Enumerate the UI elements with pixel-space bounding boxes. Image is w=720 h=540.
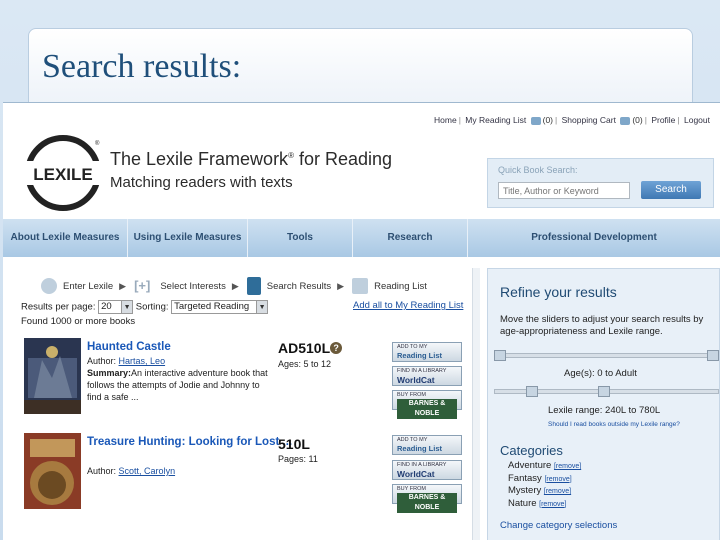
nav-tools[interactable]: Tools [248, 219, 353, 257]
barnes-noble-button[interactable]: BUY FROM BARNES & NOBLE [392, 484, 462, 513]
add-to-reading-list-button[interactable]: ADD TO MY Reading List [392, 435, 462, 455]
book-cover-image[interactable] [24, 338, 81, 414]
category-item: Nature [remove] [508, 497, 567, 509]
worldcat-button[interactable]: FIND IN A LIBRARY WorldCat [392, 460, 462, 480]
chevron-down-icon[interactable]: ▼ [121, 300, 134, 314]
results-controls: Results per page: 20 ▼ Sorting: Targeted … [21, 300, 269, 314]
sorting-select[interactable]: Targeted Reading [171, 300, 258, 314]
author-link[interactable]: Hartas, Leo [119, 356, 166, 366]
reading-list-link[interactable]: My Reading List [465, 115, 526, 125]
category-list: Adventure [remove] Fantasy [remove] Myst… [508, 460, 581, 510]
category-item: Mystery [remove] [508, 485, 572, 496]
sorting-label: Sorting: [135, 301, 169, 313]
main-nav: About Lexile Measures Using Lexile Measu… [3, 219, 720, 257]
result-author: Author: Scott, Carolyn [87, 466, 176, 476]
remove-link[interactable]: [remove] [544, 488, 571, 495]
arrow-icon: ▶ [337, 280, 345, 291]
arrow-icon: ▶ [119, 280, 127, 291]
arrow-icon: ▶ [231, 280, 239, 291]
age-slider-max-handle[interactable] [707, 350, 719, 361]
step-enter-lexile[interactable]: Enter Lexile [63, 281, 113, 292]
step-search-results[interactable]: Search Results [267, 281, 331, 292]
refine-title: Refine your results [500, 284, 617, 300]
quick-search-input[interactable] [498, 182, 630, 199]
enter-lexile-icon [41, 278, 57, 294]
nav-professional-development[interactable]: Professional Development [468, 219, 720, 257]
result-lexile: 510L [278, 436, 310, 452]
chevron-down-icon[interactable]: ▼ [256, 300, 269, 314]
plus-icon: [+] [134, 278, 151, 293]
slide-title: Search results: [42, 48, 242, 85]
lexile-slider[interactable] [494, 386, 719, 397]
result-title[interactable]: Haunted Castle [87, 340, 171, 354]
add-to-reading-list-button[interactable]: ADD TO MY Reading List [392, 342, 462, 362]
age-slider-min-handle[interactable] [494, 350, 506, 361]
home-link[interactable]: Home [434, 115, 457, 125]
result-item: Haunted Castle Author: Hartas, Leo Summa… [21, 338, 466, 420]
category-item: Adventure [remove] [508, 460, 582, 471]
refine-panel: Refine your results Move the sliders to … [487, 268, 720, 540]
reading-list-count: (0) [542, 115, 554, 125]
profile-link[interactable]: Profile [651, 115, 675, 125]
results-scrollbar[interactable] [472, 268, 480, 540]
result-item: Treasure Hunting: Looking for Lost ... A… [21, 433, 466, 515]
barnes-noble-button[interactable]: BUY FROM BARNES & NOBLE [392, 390, 462, 419]
cart-icon [620, 116, 631, 125]
worldcat-button[interactable]: FIND IN A LIBRARY WorldCat [392, 366, 462, 386]
nav-research[interactable]: Research [353, 219, 468, 257]
nav-using[interactable]: Using Lexile Measures [128, 219, 248, 257]
brand-title: The Lexile Framework® for Reading [110, 149, 393, 169]
lexile-slider-min-handle[interactable] [526, 386, 538, 397]
result-pages: Pages: 11 [278, 454, 318, 464]
refine-description: Move the sliders to adjust your search r… [500, 314, 704, 337]
top-links: Home | My Reading List (0) | Shopping Cart… [434, 115, 710, 125]
remove-link[interactable]: [remove] [554, 463, 581, 470]
svg-text:®: ® [95, 140, 100, 147]
result-author: Author: Hartas, Leo [87, 356, 166, 366]
help-icon[interactable]: ? [330, 342, 343, 354]
result-title[interactable]: Treasure Hunting: Looking for Lost ... [87, 435, 292, 449]
brand-tagline: Matching readers with texts [110, 174, 293, 191]
step-select-interests[interactable]: Select Interests [160, 281, 225, 292]
age-slider-track[interactable] [494, 353, 719, 358]
quick-search-label: Quick Book Search: [498, 165, 578, 175]
lexile-range-label: Lexile range: 240L to 780L [548, 405, 661, 416]
reading-list-icon [352, 278, 369, 294]
age-slider[interactable] [494, 350, 719, 361]
category-item: Fantasy [remove] [508, 472, 572, 484]
remove-link[interactable]: [remove] [539, 501, 566, 508]
result-lexile: AD510L? [278, 340, 343, 356]
change-categories-link[interactable]: Change category selections [500, 520, 617, 531]
lexile-slider-max-handle[interactable] [598, 386, 610, 397]
website-screenshot: Home | My Reading List (0) | Shopping Cart… [3, 102, 720, 540]
logout-link[interactable]: Logout [684, 115, 710, 125]
book-cover-image[interactable] [24, 433, 81, 509]
search-button[interactable]: Search [641, 181, 701, 199]
result-summary: Summary:An interactive adventure book th… [87, 368, 268, 402]
step-reading-list[interactable]: Reading List [374, 281, 427, 292]
remove-link[interactable]: [remove] [544, 476, 571, 483]
results-count: Found 1000 or more books [21, 316, 136, 327]
add-all-link[interactable]: Add all to My Reading List [353, 300, 463, 311]
logo-text: LEXILE [33, 165, 93, 184]
nav-about[interactable]: About Lexile Measures [3, 219, 128, 257]
author-link[interactable]: Scott, Carolyn [119, 466, 176, 476]
categories-title: Categories [500, 443, 563, 458]
lexile-logo[interactable]: LEXILE ® [25, 135, 101, 211]
age-range-label: Age(s): 0 to Adult [564, 368, 637, 379]
cart-link[interactable]: Shopping Cart [562, 115, 616, 125]
result-ages: Ages: 5 to 12 [278, 359, 332, 369]
book-icon [530, 116, 541, 125]
quick-search-box: Quick Book Search: Search [487, 158, 714, 208]
wizard-steps: Enter Lexile ▶ [+] Select Interests ▶ Se… [41, 276, 427, 296]
outside-range-link[interactable]: Should I read books outside my Lexile ra… [548, 421, 680, 428]
per-page-label: Results per page: [21, 301, 96, 313]
book-icon [246, 277, 261, 295]
cart-count: (0) [632, 115, 643, 125]
per-page-select[interactable]: 20 [98, 300, 123, 314]
